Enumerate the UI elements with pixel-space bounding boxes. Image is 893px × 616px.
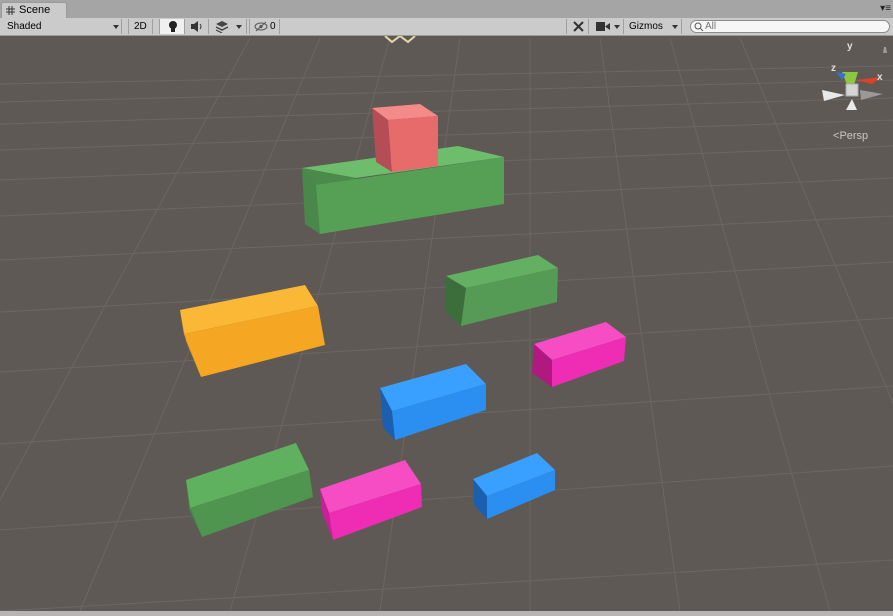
gizmo-y-label: y bbox=[847, 41, 853, 52]
2d-toggle-button[interactable]: 2D bbox=[128, 19, 153, 34]
camera-icon bbox=[596, 22, 610, 31]
search-icon bbox=[694, 22, 704, 31]
scene-render bbox=[0, 36, 893, 611]
tab-scene[interactable]: Scene bbox=[1, 2, 67, 18]
chevron-down-icon bbox=[614, 25, 620, 29]
lighting-toggle-button[interactable] bbox=[159, 19, 185, 34]
shading-mode-dropdown[interactable]: Shaded bbox=[2, 19, 122, 34]
tab-bar: Scene ▾≡ bbox=[0, 0, 893, 19]
hidden-count: 0 bbox=[270, 21, 276, 32]
gizmo-z-label: z bbox=[831, 63, 836, 74]
tab-menu-icon[interactable]: ▾≡ bbox=[880, 3, 891, 14]
effects-dropdown[interactable] bbox=[209, 19, 247, 34]
search-input[interactable] bbox=[705, 21, 885, 32]
scene-toolbar: Shaded 2D 0 Gizmos bbox=[0, 18, 893, 36]
eye-slash-icon bbox=[254, 21, 268, 32]
audio-toggle-button[interactable] bbox=[185, 19, 209, 34]
speaker-icon bbox=[191, 21, 202, 32]
chevron-down-icon bbox=[672, 25, 678, 29]
camera-settings-dropdown[interactable] bbox=[589, 19, 624, 34]
2d-label: 2D bbox=[134, 21, 147, 32]
effects-icon bbox=[215, 21, 229, 33]
projection-toggle[interactable]: <Persp bbox=[833, 130, 868, 142]
red-cube[interactable] bbox=[372, 104, 438, 172]
hidden-objects-toggle[interactable]: 0 bbox=[249, 19, 280, 34]
gizmo-x-label: x bbox=[877, 72, 883, 83]
shading-mode-label: Shaded bbox=[7, 21, 42, 32]
projection-label: Persp bbox=[839, 130, 869, 142]
tab-label: Scene bbox=[19, 4, 51, 16]
chevron-down-icon bbox=[236, 25, 242, 29]
grid-icon bbox=[6, 6, 15, 15]
tools-icon bbox=[573, 21, 584, 32]
gizmos-dropdown[interactable]: Gizmos bbox=[624, 19, 682, 34]
gizmos-label: Gizmos bbox=[629, 21, 663, 32]
tools-button[interactable] bbox=[566, 19, 589, 34]
scene-viewport[interactable]: y x z <Persp bbox=[0, 36, 893, 611]
status-strip bbox=[0, 611, 893, 616]
lightbulb-icon bbox=[169, 21, 177, 32]
chevron-down-icon bbox=[113, 25, 119, 29]
search-field[interactable] bbox=[690, 20, 890, 33]
